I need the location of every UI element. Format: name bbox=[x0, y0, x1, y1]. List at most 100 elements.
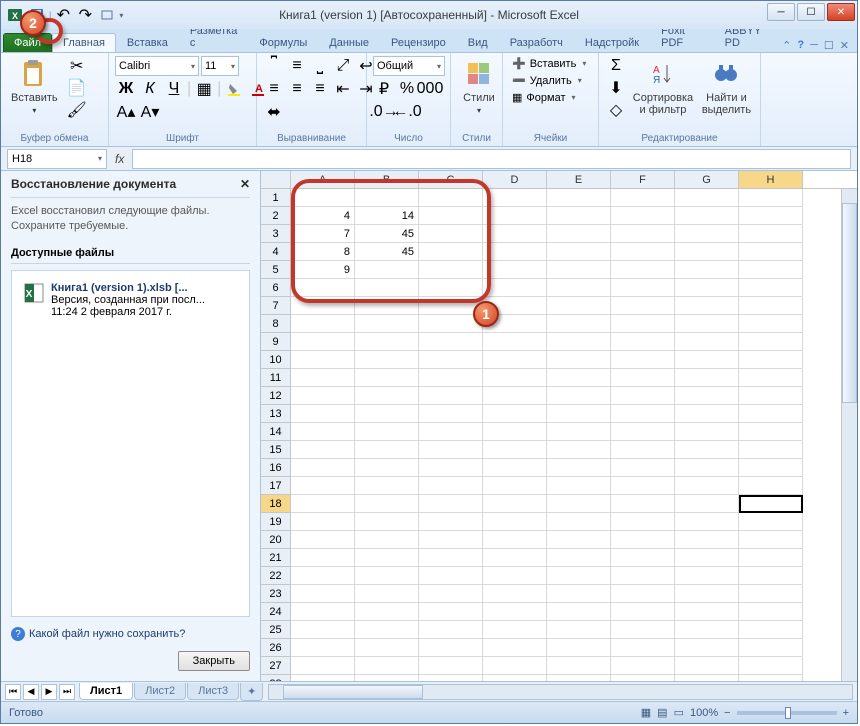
cell-G24[interactable] bbox=[675, 603, 739, 621]
cell-B3[interactable]: 45 bbox=[355, 225, 419, 243]
cell-H27[interactable] bbox=[739, 657, 803, 675]
cell-H3[interactable] bbox=[739, 225, 803, 243]
cell-D12[interactable] bbox=[483, 387, 547, 405]
cell-B22[interactable] bbox=[355, 567, 419, 585]
cell-H10[interactable] bbox=[739, 351, 803, 369]
cell-C22[interactable] bbox=[419, 567, 483, 585]
cell-F24[interactable] bbox=[611, 603, 675, 621]
cell-E28[interactable] bbox=[547, 675, 611, 681]
tab-0[interactable]: Главная bbox=[52, 33, 116, 52]
cell-B23[interactable] bbox=[355, 585, 419, 603]
cell-E5[interactable] bbox=[547, 261, 611, 279]
cell-E13[interactable] bbox=[547, 405, 611, 423]
cell-H13[interactable] bbox=[739, 405, 803, 423]
name-box[interactable]: H18▾ bbox=[7, 149, 107, 169]
sheet-nav-next[interactable]: ▶ bbox=[41, 684, 57, 700]
cell-H25[interactable] bbox=[739, 621, 803, 639]
sheet-nav-first[interactable]: ⏮ bbox=[5, 684, 21, 700]
help-link[interactable]: ?Какой файл нужно сохранить? bbox=[11, 627, 250, 641]
cell-D24[interactable] bbox=[483, 603, 547, 621]
cell-B2[interactable]: 14 bbox=[355, 207, 419, 225]
cell-E9[interactable] bbox=[547, 333, 611, 351]
cell-B8[interactable] bbox=[355, 315, 419, 333]
cell-H20[interactable] bbox=[739, 531, 803, 549]
cell-H19[interactable] bbox=[739, 513, 803, 531]
row-header-22[interactable]: 22 bbox=[261, 567, 291, 585]
cell-G23[interactable] bbox=[675, 585, 739, 603]
cell-E20[interactable] bbox=[547, 531, 611, 549]
border-icon[interactable]: ▦ bbox=[193, 79, 215, 99]
cell-F2[interactable] bbox=[611, 207, 675, 225]
cell-G18[interactable] bbox=[675, 495, 739, 513]
row-header-12[interactable]: 12 bbox=[261, 387, 291, 405]
cell-B9[interactable] bbox=[355, 333, 419, 351]
cut-icon[interactable]: ✂ bbox=[66, 56, 88, 76]
cell-B7[interactable] bbox=[355, 297, 419, 315]
dec-decimal-icon[interactable]: ←.0 bbox=[396, 102, 418, 122]
row-header-15[interactable]: 15 bbox=[261, 441, 291, 459]
vertical-scrollbar[interactable] bbox=[841, 189, 857, 681]
cell-G3[interactable] bbox=[675, 225, 739, 243]
paste-button[interactable]: Вставить ▾ bbox=[7, 56, 62, 117]
cell-D1[interactable] bbox=[483, 189, 547, 207]
cell-D28[interactable] bbox=[483, 675, 547, 681]
undo-icon[interactable]: ↶ bbox=[53, 5, 73, 25]
cell-D6[interactable] bbox=[483, 279, 547, 297]
cell-B15[interactable] bbox=[355, 441, 419, 459]
cell-F7[interactable] bbox=[611, 297, 675, 315]
row-header-3[interactable]: 3 bbox=[261, 225, 291, 243]
format-painter-icon[interactable]: 🖌 bbox=[66, 100, 88, 120]
cell-C2[interactable] bbox=[419, 207, 483, 225]
cell-E6[interactable] bbox=[547, 279, 611, 297]
cell-D15[interactable] bbox=[483, 441, 547, 459]
new-sheet-tab[interactable]: ✦ bbox=[240, 683, 263, 701]
tab-8[interactable]: Надстройк bbox=[574, 33, 650, 52]
cell-A26[interactable] bbox=[291, 639, 355, 657]
cell-E23[interactable] bbox=[547, 585, 611, 603]
cell-D25[interactable] bbox=[483, 621, 547, 639]
row-header-10[interactable]: 10 bbox=[261, 351, 291, 369]
cell-H4[interactable] bbox=[739, 243, 803, 261]
col-header-C[interactable]: C bbox=[419, 171, 483, 188]
cell-B14[interactable] bbox=[355, 423, 419, 441]
cell-H7[interactable] bbox=[739, 297, 803, 315]
row-header-14[interactable]: 14 bbox=[261, 423, 291, 441]
doc-close-icon[interactable]: ✕ bbox=[840, 39, 849, 52]
cell-D22[interactable] bbox=[483, 567, 547, 585]
cell-B28[interactable] bbox=[355, 675, 419, 681]
sort-filter-button[interactable]: АЯ Сортировка и фильтр bbox=[631, 56, 695, 118]
pane-close-icon[interactable]: ✕ bbox=[240, 177, 250, 191]
fill-icon[interactable]: ⬇ bbox=[605, 78, 627, 98]
cell-D16[interactable] bbox=[483, 459, 547, 477]
cell-C15[interactable] bbox=[419, 441, 483, 459]
align-right-icon[interactable]: ≡ bbox=[309, 79, 331, 99]
cell-D26[interactable] bbox=[483, 639, 547, 657]
cell-F16[interactable] bbox=[611, 459, 675, 477]
row-header-8[interactable]: 8 bbox=[261, 315, 291, 333]
cell-E14[interactable] bbox=[547, 423, 611, 441]
number-format-combo[interactable]: Общий▾ bbox=[373, 56, 445, 76]
cell-H14[interactable] bbox=[739, 423, 803, 441]
cell-A4[interactable]: 8 bbox=[291, 243, 355, 261]
format-cells-button[interactable]: ▦Формат▾ bbox=[509, 90, 579, 105]
cell-F8[interactable] bbox=[611, 315, 675, 333]
clear-icon[interactable]: ◇ bbox=[605, 100, 627, 120]
row-header-5[interactable]: 5 bbox=[261, 261, 291, 279]
cell-B19[interactable] bbox=[355, 513, 419, 531]
cell-F11[interactable] bbox=[611, 369, 675, 387]
cell-F19[interactable] bbox=[611, 513, 675, 531]
cell-H16[interactable] bbox=[739, 459, 803, 477]
indent-dec-icon[interactable]: ⇤ bbox=[332, 79, 354, 99]
cell-A25[interactable] bbox=[291, 621, 355, 639]
cell-H21[interactable] bbox=[739, 549, 803, 567]
cell-H17[interactable] bbox=[739, 477, 803, 495]
cell-E1[interactable] bbox=[547, 189, 611, 207]
cell-A24[interactable] bbox=[291, 603, 355, 621]
cell-G19[interactable] bbox=[675, 513, 739, 531]
cell-styles-button[interactable]: Стили▾ bbox=[457, 56, 501, 117]
cell-E25[interactable] bbox=[547, 621, 611, 639]
cell-A5[interactable]: 9 bbox=[291, 261, 355, 279]
cell-E27[interactable] bbox=[547, 657, 611, 675]
cell-F26[interactable] bbox=[611, 639, 675, 657]
cell-D17[interactable] bbox=[483, 477, 547, 495]
